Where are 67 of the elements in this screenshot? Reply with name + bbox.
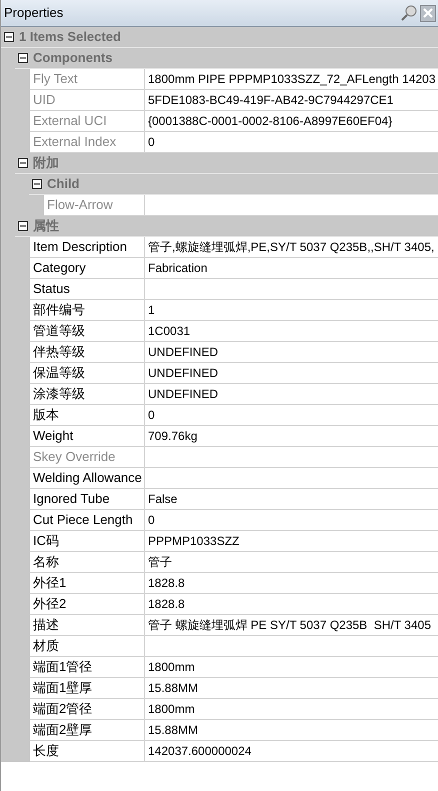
property-name: Status xyxy=(30,279,145,300)
property-name: External Index xyxy=(30,132,145,153)
property-value[interactable]: {0001388C-0001-0002-8106-A8997E60EF04} xyxy=(145,111,438,132)
property-name: 端面1壁厚 xyxy=(30,678,145,699)
property-name: 材质 xyxy=(30,636,145,657)
property-name: 名称 xyxy=(30,552,145,573)
property-value[interactable]: 1800mm PIPE PPPMP1033SZZ_72_AFLength 14203 xyxy=(145,69,438,90)
property-value[interactable]: 1800mm xyxy=(145,657,438,678)
property-name: 部件编号 xyxy=(30,300,145,321)
property-value[interactable]: 0 xyxy=(145,405,438,426)
property-value[interactable]: 0 xyxy=(145,510,438,531)
property-name: 端面1管径 xyxy=(30,657,145,678)
property-name: 长度 xyxy=(30,741,145,762)
property-value[interactable]: 管子 螺旋缝埋弧焊 PE SY/T 5037 Q235B SH/T 3405 xyxy=(145,615,438,636)
property-name: UID xyxy=(30,90,145,111)
property-name: External UCI xyxy=(30,111,145,132)
property-value[interactable]: 管子 xyxy=(145,552,438,573)
property-value[interactable]: 管子,螺旋缝埋弧焊,PE,SY/T 5037 Q235B,,SH/T 3405, xyxy=(145,237,438,258)
category-label: 附加 xyxy=(33,154,59,172)
property-name: Cut Piece Length xyxy=(30,510,145,531)
property-name: Fly Text xyxy=(30,69,145,90)
property-value[interactable]: UNDEFINED xyxy=(145,384,438,405)
property-name: 外径1 xyxy=(30,573,145,594)
property-name: Ignored Tube xyxy=(30,489,145,510)
property-value[interactable]: 15.88MM xyxy=(145,720,438,741)
property-name: Flow-Arrow xyxy=(44,195,145,216)
category-label: 属性 xyxy=(33,217,59,236)
property-value[interactable]: 1828.8 xyxy=(145,594,438,615)
property-name: 保温等级 xyxy=(30,363,145,384)
property-name: 描述 xyxy=(30,615,145,636)
property-name: 外径2 xyxy=(30,594,145,615)
category-label: 1 Items Selected xyxy=(19,28,121,46)
property-name: Item Description xyxy=(30,237,145,258)
property-value[interactable]: PPPMP1033SZZ xyxy=(145,531,438,552)
property-name: 管道等级 xyxy=(30,321,145,342)
category-label: Child xyxy=(47,175,80,194)
property-value[interactable]: 142037.600000024 xyxy=(145,741,438,762)
property-value[interactable]: False xyxy=(145,489,438,510)
property-value[interactable]: 1800mm xyxy=(145,699,438,720)
property-name: Weight xyxy=(30,426,145,447)
property-value[interactable]: 1828.8 xyxy=(145,573,438,594)
category-label: Components xyxy=(33,49,112,68)
property-value[interactable]: 15.88MM xyxy=(145,678,438,699)
collapse-icon[interactable] xyxy=(4,32,14,42)
property-name: Skey Override xyxy=(30,447,145,468)
property-value[interactable]: 709.76kg xyxy=(145,426,438,447)
property-name: IC码 xyxy=(30,531,145,552)
property-value[interactable]: UNDEFINED xyxy=(145,363,438,384)
collapse-icon[interactable] xyxy=(18,158,28,168)
property-name: 端面2管径 xyxy=(30,699,145,720)
window-title: Properties xyxy=(4,4,64,22)
property-name: 涂漆等级 xyxy=(30,384,145,405)
property-name: Welding Allowance xyxy=(30,468,145,489)
close-button[interactable] xyxy=(420,4,436,22)
collapse-icon[interactable] xyxy=(18,53,28,63)
property-value[interactable]: Fabrication xyxy=(145,258,438,279)
collapse-icon[interactable] xyxy=(18,221,28,231)
property-value[interactable]: 1 xyxy=(145,300,438,321)
property-value[interactable]: UNDEFINED xyxy=(145,342,438,363)
collapse-icon[interactable] xyxy=(32,179,42,189)
property-name: Category xyxy=(30,258,145,279)
property-name: 版本 xyxy=(30,405,145,426)
property-value[interactable]: 0 xyxy=(145,132,438,153)
property-value[interactable]: 1C0031 xyxy=(145,321,438,342)
property-name: 端面2壁厚 xyxy=(30,720,145,741)
property-name: 伴热等级 xyxy=(30,342,145,363)
property-value[interactable]: 5FDE1083-BC49-419F-AB42-9C7944297CE1 xyxy=(145,90,438,111)
